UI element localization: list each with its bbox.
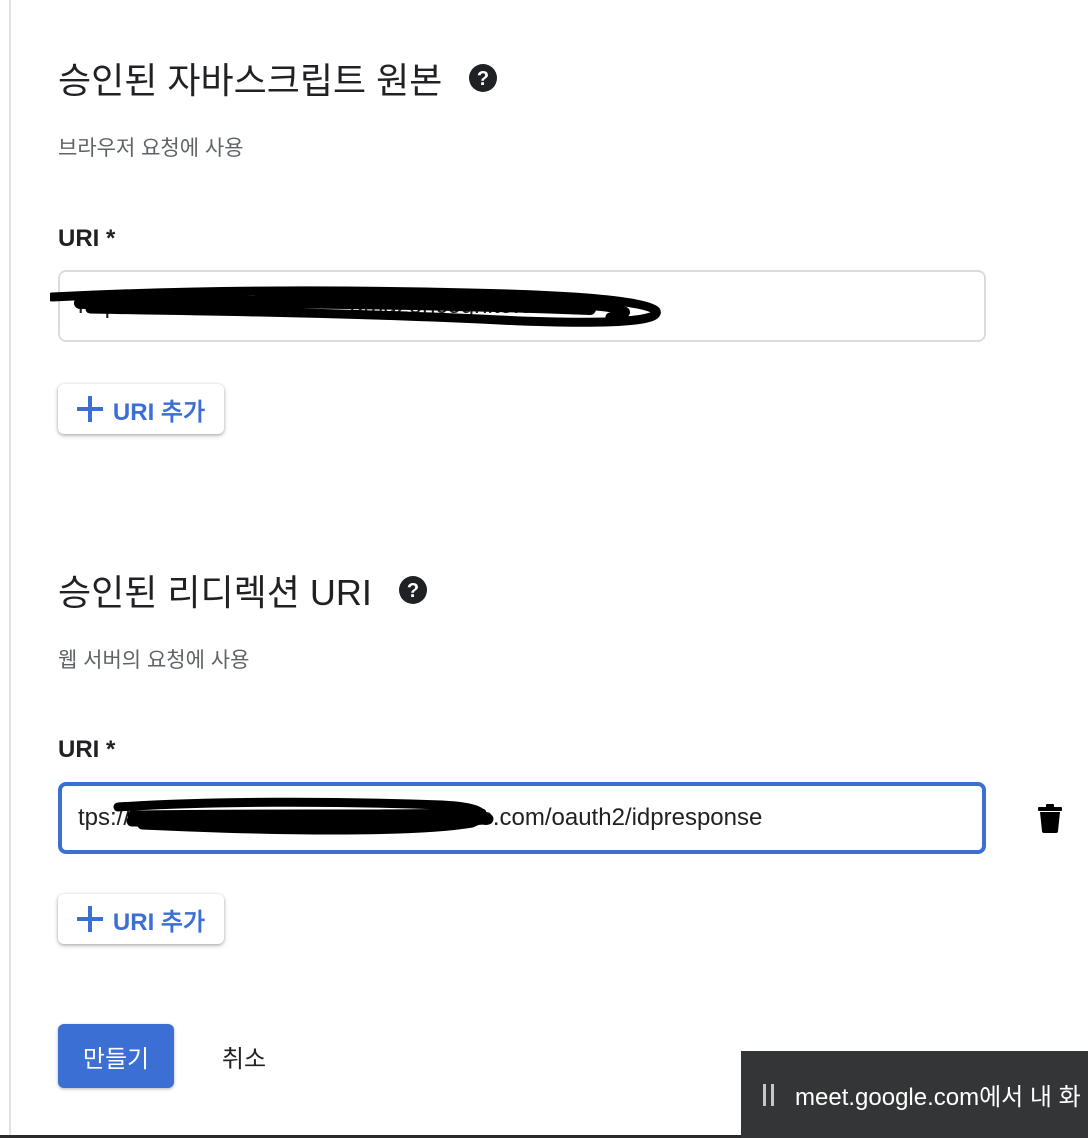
- add-js-origin-uri-button[interactable]: URI 추가: [58, 384, 224, 434]
- js-origin-uri-input[interactable]: [58, 270, 986, 342]
- screen-share-text: meet.google.com에서 내 화: [795, 1084, 1081, 1111]
- help-circle-icon[interactable]: ?: [398, 575, 428, 605]
- plus-icon: [76, 396, 103, 422]
- svg-text:?: ?: [407, 580, 419, 602]
- js-origins-title-text: 승인된 자바스크립트 원본: [58, 60, 443, 101]
- add-redirect-uri-button[interactable]: URI 추가: [58, 894, 224, 944]
- js-origins-title: 승인된 자바스크립트 원본 ?: [58, 52, 498, 104]
- trash-icon[interactable]: [1036, 803, 1064, 833]
- add-js-origin-uri-label: URI 추가: [112, 398, 206, 426]
- screen-share-banner: meet.google.com에서 내 화: [741, 1051, 1088, 1138]
- cancel-button[interactable]: 취소: [214, 1024, 274, 1088]
- svg-text:?: ?: [477, 68, 489, 90]
- create-button[interactable]: 만들기: [58, 1024, 174, 1088]
- pause-icon[interactable]: [763, 1083, 775, 1106]
- plus-icon: [76, 906, 103, 932]
- js-origins-subtitle: 브라우저 요청에 사용: [58, 137, 244, 160]
- redirect-uri-input[interactable]: [58, 782, 986, 854]
- js-origin-uri-label: URI *: [58, 225, 116, 252]
- redirect-uri-label: URI *: [58, 736, 116, 763]
- add-redirect-uri-label: URI 추가: [112, 908, 206, 936]
- redirect-uris-title-text: 승인된 리디렉션 URI: [58, 572, 372, 613]
- oauth-client-form: 승인된 자바스크립트 원본 ? 브라우저 요청에 사용 URI * URI 추가…: [0, 0, 1088, 1138]
- redirect-uris-subtitle: 웹 서버의 요청에 사용: [58, 649, 250, 672]
- left-divider: [9, 0, 11, 1138]
- redirect-uris-title: 승인된 리디렉션 URI ?: [58, 564, 428, 616]
- help-circle-icon[interactable]: ?: [468, 63, 498, 93]
